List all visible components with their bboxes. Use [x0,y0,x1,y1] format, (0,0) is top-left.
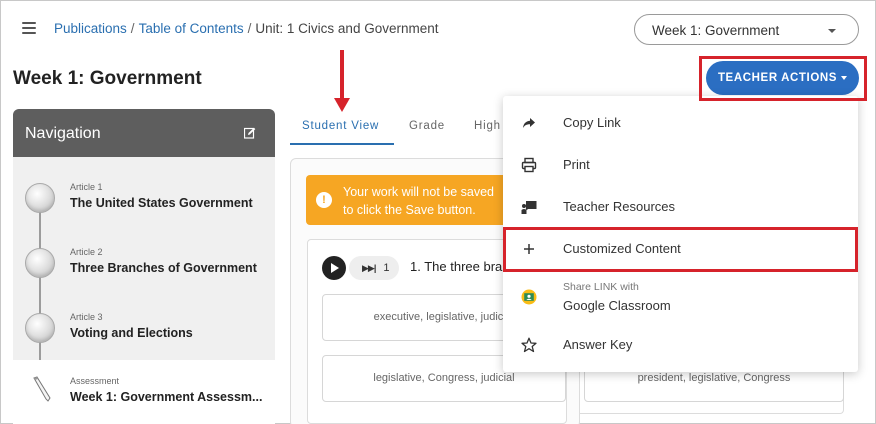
nav-item-type: Article 3 [70,312,103,322]
highlight-box-customized-content [503,227,858,272]
star-icon [521,337,537,353]
menu-small-label: Share LINK with [563,281,639,293]
week-select-value: Week 1: Government [652,23,780,38]
highlight-box-teacher-actions [699,56,867,101]
google-classroom-icon [521,289,537,305]
menu-item-google-classroom[interactable]: Share LINK with Google Classroom [503,274,858,322]
edit-icon[interactable] [244,127,256,139]
breadcrumb-table-of-contents[interactable]: Table of Contents [139,21,244,36]
breadcrumb-publications[interactable]: Publications [54,21,127,36]
menu-label: Google Classroom [563,298,671,313]
page-title: Week 1: Government [13,68,202,89]
question-text: 1. The three bra [410,259,503,274]
navigation-panel: Navigation Article 1 The United States G… [13,109,275,424]
share-arrow-icon [523,118,535,128]
warning-icon: ! [316,192,332,208]
nav-item-title: Voting and Elections [70,326,193,340]
active-tab-indicator [290,143,394,145]
skip-count: 1 [383,262,390,274]
menu-label: Print [563,157,590,172]
navigation-title: Navigation [25,125,101,142]
menu-item-print[interactable]: Print [503,144,858,186]
progress-circle-icon [25,313,55,343]
breadcrumb-separator: / [247,21,252,36]
tab-highlights[interactable]: High [474,120,501,132]
tab-student-view[interactable]: Student View [302,120,379,132]
navigation-header: Navigation [13,109,275,157]
play-audio-button[interactable] [322,256,346,280]
nav-item-title: The United States Government [70,196,253,210]
nav-item-title: Three Branches of Government [70,261,257,275]
menu-item-copy-link[interactable]: Copy Link [503,102,858,144]
menu-label: Answer Key [563,337,633,352]
save-warning-banner: ! Your work will not be saved to click t… [306,175,536,225]
skip-forward-icon: ▶▶| [362,263,376,273]
tab-grade[interactable]: Grade [409,120,445,132]
nav-item-article-3[interactable]: Article 3 Voting and Elections [13,297,275,362]
nav-item-assessment[interactable]: Assessment Week 1: Government Assessm... [13,360,275,424]
nav-item-type: Assessment [70,376,120,386]
nav-item-article-2[interactable]: Article 2 Three Branches of Government [13,232,275,297]
chevron-down-icon [828,29,836,33]
breadcrumb: Publications / Table of Contents / Unit: 1 C… [54,21,438,36]
menu-item-answer-key[interactable]: Answer Key [503,324,858,366]
menu-label: Copy Link [563,115,621,130]
progress-circle-icon [25,183,55,213]
printer-icon [521,157,537,173]
annotation-arrow-head [334,98,350,112]
presentation-icon [521,201,537,214]
nav-item-type: Article 1 [70,182,103,192]
breadcrumb-current: Unit: 1 Civics and Government [255,21,439,36]
week-select[interactable]: Week 1: Government [634,14,859,45]
menu-label: Teacher Resources [563,199,675,214]
pencil-icon [33,376,51,402]
nav-item-type: Article 2 [70,247,103,257]
nav-item-article-1[interactable]: Article 1 The United States Government [13,167,275,232]
progress-circle-icon [25,248,55,278]
nav-item-title: Week 1: Government Assessm... [70,390,263,404]
hamburger-icon[interactable] [22,22,36,34]
breadcrumb-separator: / [130,21,135,36]
menu-item-teacher-resources[interactable]: Teacher Resources [503,186,858,228]
annotation-arrow [340,50,344,100]
skip-button[interactable]: ▶▶| 1 [349,256,399,280]
